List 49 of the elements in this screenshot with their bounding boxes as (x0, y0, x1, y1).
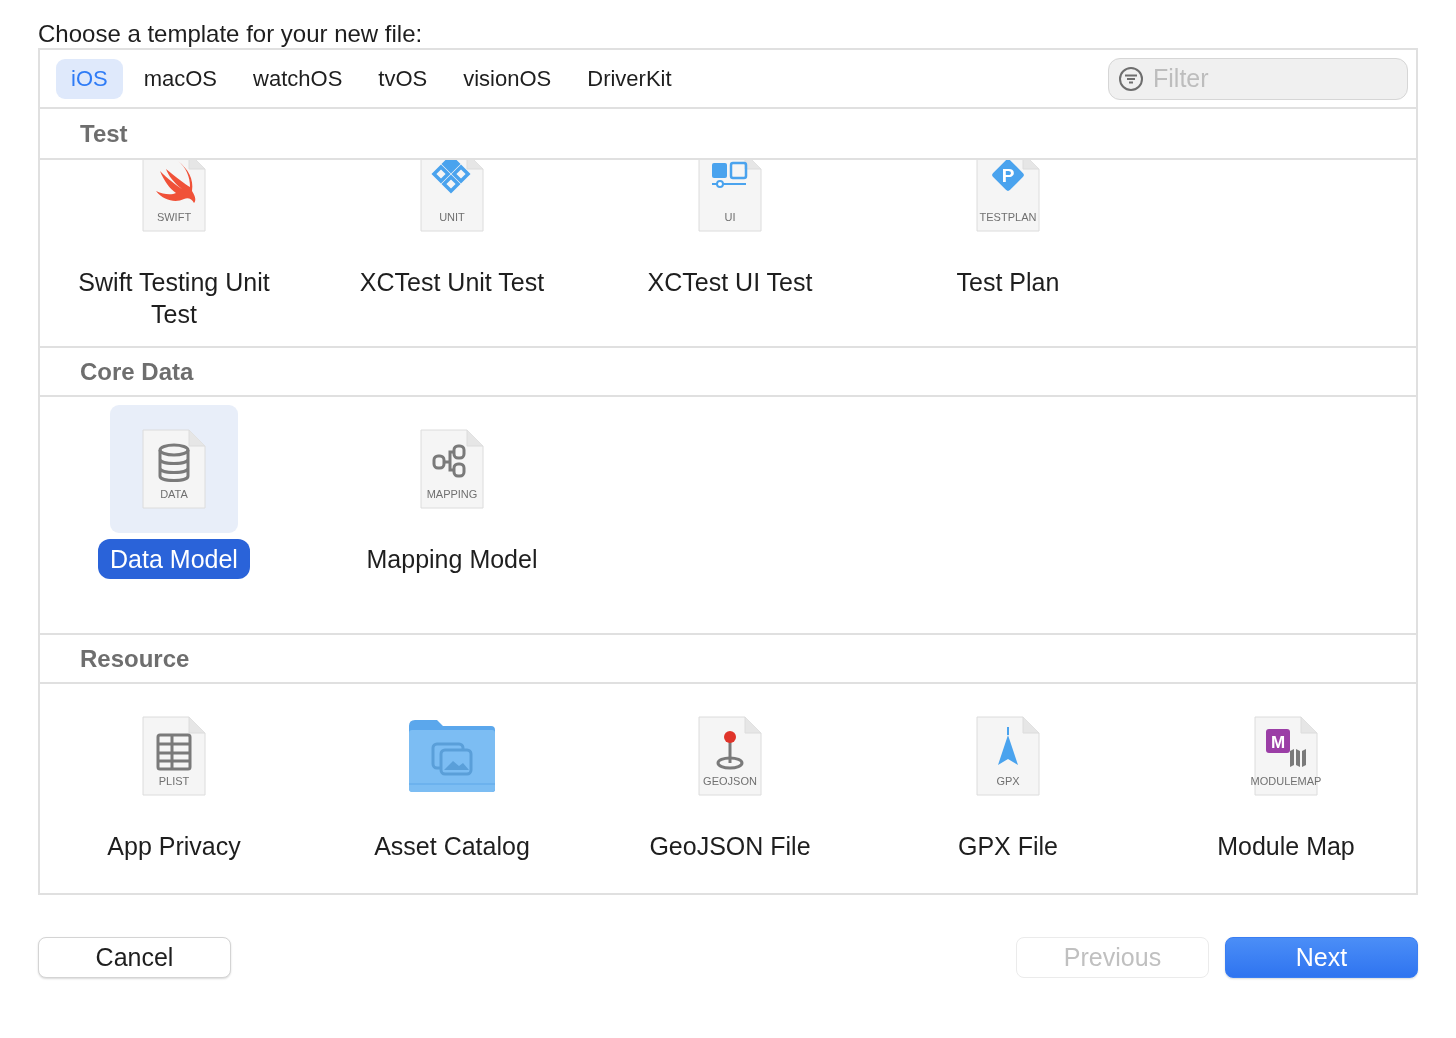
section-title: Resource (80, 644, 190, 673)
template-tile[interactable]: PLIST (110, 692, 238, 820)
file-type-label: GPX (995, 775, 1021, 787)
template-tile[interactable]: P TESTPLAN (944, 160, 1072, 256)
template-label[interactable]: Module Map (1205, 826, 1367, 866)
template-tile[interactable]: UNIT (388, 160, 516, 256)
template-label[interactable]: Data Model (98, 539, 250, 579)
folder-icon (407, 718, 497, 794)
file-type-label: MODULEMAP (1249, 775, 1323, 787)
template-tile[interactable]: M MODULEMAP (1222, 692, 1350, 820)
template-label[interactable]: App Privacy (95, 826, 253, 866)
platform-tab[interactable]: DriverKit (572, 58, 687, 99)
template-tile[interactable]: MAPPING (388, 405, 516, 533)
document-icon (419, 428, 485, 510)
section-title: Test (80, 119, 128, 148)
filter-icon (1118, 65, 1144, 92)
section-title: Core Data (80, 357, 194, 386)
document-icon (141, 715, 207, 797)
document-icon (141, 428, 207, 510)
template-label[interactable]: XCTest UI Test (635, 262, 825, 302)
template-tile[interactable]: GEOJSON (666, 692, 794, 820)
dialog-prompt: Choose a template for your new file: (37, 19, 424, 48)
file-type-label: DATA (159, 488, 189, 500)
dialog-button[interactable]: Next (1225, 937, 1418, 978)
template-label[interactable]: GPX File (946, 826, 1070, 866)
file-type-label: MAPPING (425, 488, 479, 500)
template-label[interactable]: Asset Catalog (362, 826, 542, 866)
template-tile[interactable]: SWIFT (110, 160, 238, 256)
file-type-label: TESTPLAN (978, 211, 1038, 223)
dialog-button[interactable]: Cancel (38, 937, 231, 978)
platform-tab[interactable]: visionOS (448, 58, 567, 99)
template-label[interactable]: Swift Testing Unit Test (42, 262, 306, 334)
template-label[interactable]: XCTest Unit Test (347, 262, 557, 302)
file-type-label: SWIFT (155, 211, 193, 223)
platform-tab[interactable]: tvOS (363, 58, 443, 99)
template-tile[interactable]: UI (666, 160, 794, 256)
file-type-label: PLIST (157, 775, 191, 787)
template-label[interactable]: Mapping Model (354, 539, 550, 579)
template-tile[interactable]: GPX (944, 692, 1072, 820)
file-type-label: GEOJSON (702, 775, 758, 787)
file-type-label: UNIT (438, 211, 466, 223)
platform-tab[interactable]: macOS (128, 58, 233, 99)
platform-tab[interactable]: watchOS (238, 58, 358, 99)
document-icon (975, 715, 1041, 797)
template-label[interactable]: GeoJSON File (637, 826, 823, 866)
template-label[interactable]: Test Plan (944, 262, 1072, 302)
document-icon (697, 715, 763, 797)
template-tile[interactable]: DATA (110, 405, 238, 533)
file-type-label: UI (723, 211, 737, 223)
